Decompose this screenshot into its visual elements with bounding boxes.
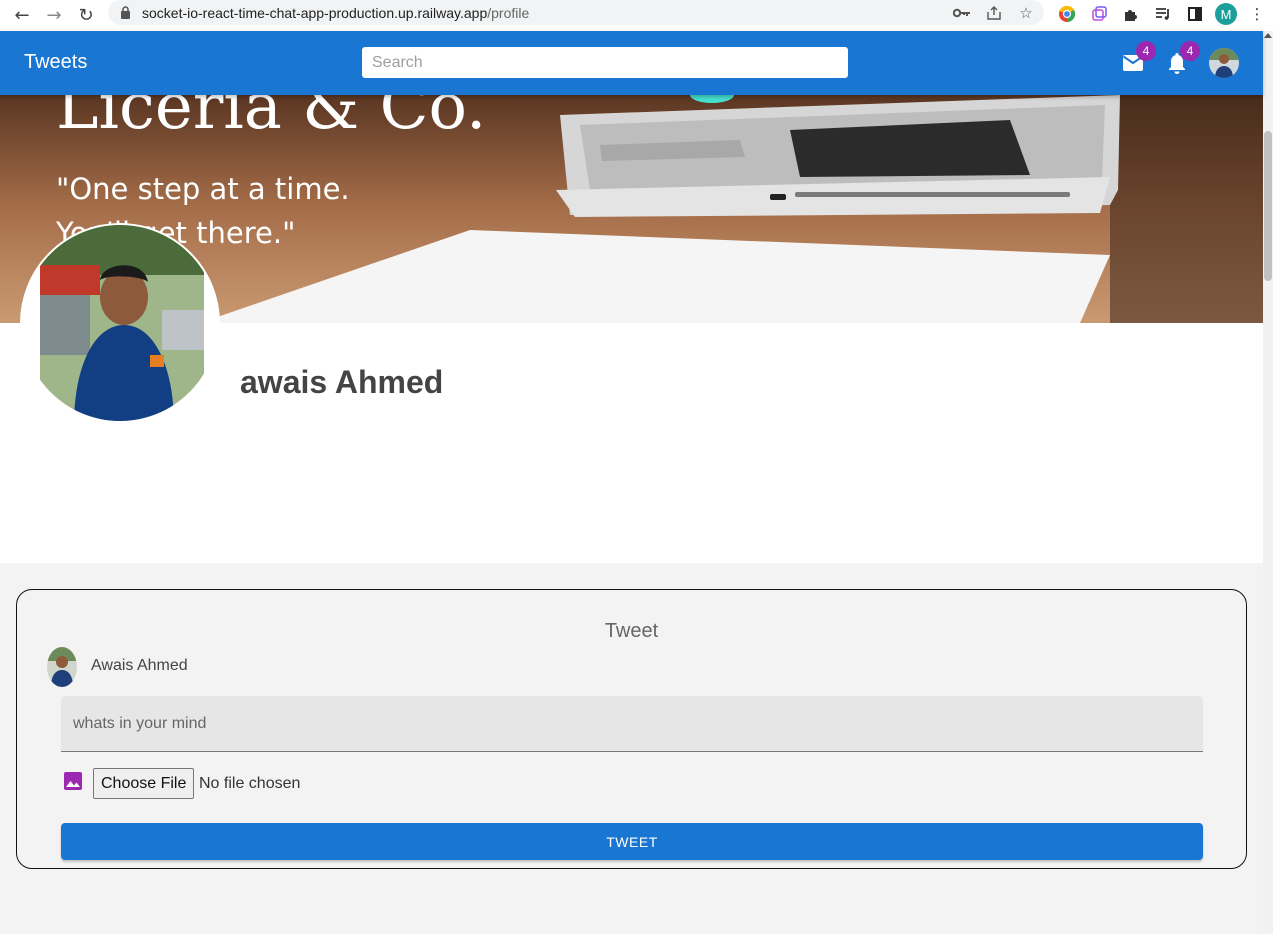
author-name: Awais Ahmed: [91, 657, 188, 674]
browser-profile-avatar[interactable]: M: [1215, 3, 1237, 25]
messages-button[interactable]: 4: [1118, 41, 1156, 78]
puzzle-extensions-icon[interactable]: [1119, 2, 1143, 26]
messages-badge: 4: [1136, 41, 1156, 61]
notifications-badge: 4: [1180, 41, 1200, 61]
cover-title: Liceria & Co.: [56, 95, 487, 144]
image-icon[interactable]: [63, 771, 83, 791]
forward-icon[interactable]: →: [40, 4, 68, 28]
profile-name: awais Ahmed: [240, 364, 444, 400]
tweet-text-input[interactable]: [61, 696, 1203, 752]
choose-file-button[interactable]: Choose File: [93, 768, 195, 799]
app-header: Tweets 4 4: [0, 31, 1263, 95]
composer-title: Tweet: [604, 620, 659, 642]
tweet-submit-button[interactable]: TWEET: [61, 823, 1203, 860]
back-icon[interactable]: ←: [8, 4, 36, 28]
app-title[interactable]: Tweets: [24, 51, 87, 74]
notifications-button[interactable]: 4: [1162, 41, 1200, 78]
side-panel-icon[interactable]: [1183, 2, 1207, 26]
url-host: socket-io-react-time-chat-app-production…: [142, 4, 488, 21]
profile-avatar[interactable]: [20, 223, 220, 423]
address-bar[interactable]: socket-io-react-time-chat-app-production…: [108, 0, 1044, 25]
page-scrollbar[interactable]: [1263, 31, 1273, 934]
scroll-thumb[interactable]: [1264, 131, 1272, 281]
url-path: /profile: [487, 4, 530, 21]
reading-list-icon[interactable]: [1151, 2, 1175, 26]
lock-icon[interactable]: [118, 6, 132, 20]
file-status-text: No file chosen: [199, 775, 301, 792]
more-menu-icon[interactable]: ⋮: [1245, 2, 1269, 26]
reload-icon[interactable]: ↻: [72, 4, 100, 28]
tweet-composer-card: Tweet Awais Ahmed Choose File No file ch…: [16, 589, 1247, 869]
chrome-extension-icon[interactable]: [1055, 2, 1079, 26]
browser-toolbar: ← → ↻ socket-io-react-time-chat-app-prod…: [0, 0, 1273, 31]
bookmark-star-icon[interactable]: ☆: [1016, 3, 1036, 23]
key-icon[interactable]: [952, 3, 972, 23]
author-avatar: [47, 647, 77, 687]
scroll-up-arrow-icon[interactable]: [1264, 33, 1272, 38]
url-text[interactable]: socket-io-react-time-chat-app-production…: [142, 5, 529, 21]
search-input[interactable]: [362, 47, 848, 78]
windows-extension-icon[interactable]: [1087, 2, 1111, 26]
account-avatar[interactable]: [1209, 48, 1239, 78]
cover-quote-line-1: "One step at a time.: [56, 172, 350, 206]
share-icon[interactable]: [984, 3, 1004, 23]
